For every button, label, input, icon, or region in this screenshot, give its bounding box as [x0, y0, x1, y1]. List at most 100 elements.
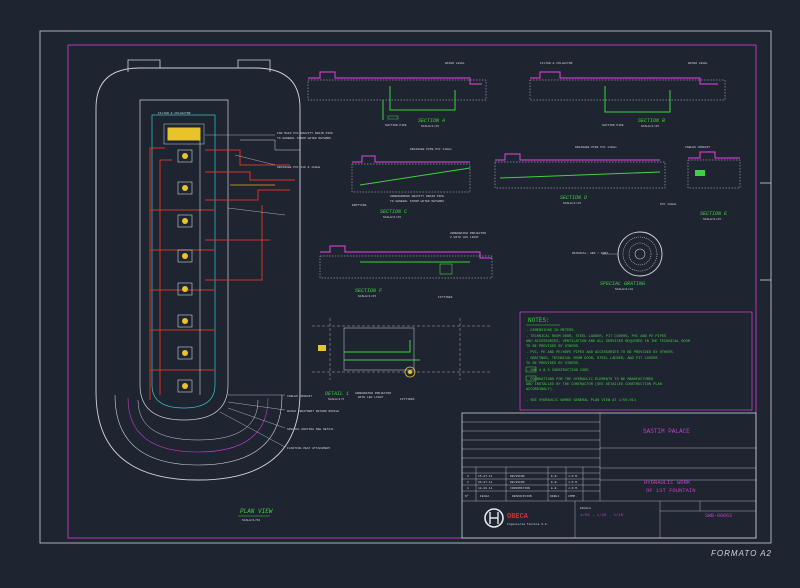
grating-label: SPECIAL GRATING	[600, 281, 645, 287]
note-line: AND INSTALLED BY THE CONTRACTOR (SEE DET…	[526, 382, 662, 387]
section-d-note: DRAINAGE PIPE PVC 110mm	[575, 146, 617, 149]
plan-annotation: DRAINAGE PVC 110 & 110mm	[277, 166, 320, 169]
section-a-label: SECTION A	[418, 118, 445, 124]
drawing-title: HYDRAULIC WORK	[644, 479, 691, 486]
rev-by: E.B.	[551, 475, 558, 478]
section-b-scale: SCALE=1/25	[641, 124, 659, 128]
rev-desc: INFORMATION	[510, 487, 530, 490]
note-line: - FOUNDATIONS FOR THE HYDRAULIC ELEMENTS…	[526, 378, 653, 382]
company-name: OBECA	[507, 513, 529, 521]
notes-box: NOTES: - DIMENSIONS IN METERS. - TECHNIC…	[519, 311, 753, 411]
note-line: - SEE HYDRAULIC WORKS GENERAL PLAN VIEW …	[526, 398, 636, 403]
section-f-scale: SCALE=1/25	[358, 294, 376, 298]
rev-desc: REVISION	[510, 481, 525, 484]
rev-date: 18-06-11	[478, 487, 493, 490]
rev-chk: J.R.M.	[568, 475, 579, 478]
section-b-note: SUCTION PIPE	[602, 124, 624, 127]
plan-annotation: FILTER & COLLECTOR	[158, 112, 191, 115]
section-d-scale: SCALE=1/25	[563, 201, 581, 205]
rev-no: 3	[467, 475, 469, 478]
detail-scale: SCALE=1/5	[328, 397, 344, 401]
scale-value: 1/50 - 1/25 - 1/10	[580, 513, 624, 518]
rev-chk: J.R.M.	[568, 487, 579, 490]
drawing-sheet: PLAN VIEW SCALE=1/50 FILTER & COLLECTOR …	[39, 30, 772, 544]
section-a-scale: SCALE=1/25	[421, 124, 439, 128]
section-c-note: EMPTYING	[352, 204, 367, 207]
plan-annotation: SPECIAL GRATING SEE DETAIL	[287, 428, 334, 431]
plan-annotation: TO GENERAL STORM WATER NETWORK	[277, 137, 331, 140]
section-d: DRAINAGE PIPE PVC 110mm SECTION D SCALE=…	[494, 146, 666, 205]
section-b: FILTER & COLLECTOR WATER LEVEL SUCTION P…	[529, 62, 726, 128]
rev-header-chk: COMP.	[568, 495, 577, 498]
scale-label: ESCALA	[580, 507, 591, 510]
bottom-arc-1	[114, 394, 283, 466]
note-line: - DIMENSIONS IN METERS.	[526, 329, 576, 333]
note-line: - TECHNICAL ROOM DOOR, STEEL LADDER, PIT…	[526, 335, 666, 339]
special-grating: MATERIAL: ABS / INOX SPECIAL GRATING SCA…	[572, 231, 663, 291]
section-b-note: WATER LEVEL	[688, 62, 708, 65]
nozzle-boxes	[177, 149, 193, 393]
section-e: CABLES CONDUIT PVC 110mm SECTION E SCALE…	[660, 146, 741, 221]
detail-note: UNDERWATER PROJECTOR	[355, 392, 391, 395]
notes-heading: NOTES:	[528, 317, 550, 324]
detail-note: WITH LED LIGHT	[358, 396, 383, 399]
grating-note: MATERIAL: ABS / INOX	[572, 251, 608, 255]
detail-label: DETAIL 1	[325, 391, 349, 397]
company-sub: Ingeniería Técnica S.A.	[507, 522, 549, 526]
section-a-note: SUCTION PIPE	[385, 124, 407, 127]
rev-by: E.B.	[551, 487, 558, 490]
section-a-note: WATER LEVEL	[445, 62, 465, 65]
drawing-number: SWB-00063	[705, 513, 732, 519]
rev-date: 06-07-11	[478, 481, 493, 484]
section-d-label: SECTION D	[560, 195, 587, 201]
drawing-subtitle: OF 1ST FOUNTAIN	[646, 487, 696, 494]
plan-annotation: FOR MAIN PVC GRAVITY DRAIN PIPE	[277, 132, 333, 135]
basin-top-tab	[127, 59, 271, 72]
plan-title: PLAN VIEW	[240, 508, 274, 515]
rev-chk: J.R.M.	[568, 481, 579, 484]
rev-no: 2	[467, 481, 469, 484]
section-c-scale: SCALE=1/25	[383, 215, 401, 219]
plan-annotation: CABLES CONDUIT	[287, 395, 312, 398]
section-f-label: SECTION F	[355, 288, 383, 294]
section-c-note: UNDERGROUND GRAVITY DRAIN PIPE	[390, 195, 444, 198]
section-c-note: TO GENERAL STORM WATER NETWORK	[390, 200, 444, 203]
note-line: ACCORDINGLY).	[526, 387, 554, 392]
rev-desc: REVISION	[510, 475, 525, 478]
section-c-note: DRAINAGE PIPE PVC 110mm	[410, 148, 452, 151]
note-line: AND ACCESSORIES, VENTILATION AND ALL SER…	[526, 340, 690, 344]
note-line: TO BE PROVIDED BY OTHERS.	[526, 345, 580, 349]
note-line: - ONE 4 & 5 CONSTRUCTION CODE.	[526, 369, 591, 373]
filter-box	[167, 127, 201, 141]
section-e-scale: SCALE=1/25	[703, 217, 721, 221]
section-f-note: FITTINGS	[438, 296, 453, 299]
section-f-note: UNDERWATER PROJECTOR	[450, 232, 486, 235]
plan-scale: SCALE=1/50	[242, 518, 260, 522]
rev-date: 15-07-11	[478, 475, 493, 478]
sheet-format-label: FORMATO A2	[711, 549, 772, 558]
note-line: - GRATINGS, TECHNICAL ROOM DOOR, STEEL L…	[526, 357, 658, 361]
plan-leaders	[205, 134, 286, 448]
section-f: UNDERWATER PROJECTOR 2 WITH LED LIGHT FI…	[319, 232, 493, 299]
rev-header-by: DIBUJ.	[550, 495, 561, 498]
rev-header-no: Nº	[465, 494, 469, 498]
rev-by: E.B.	[551, 481, 558, 484]
rev-header-desc: DESCRIPCION	[512, 495, 532, 498]
plan-pipes	[149, 139, 300, 400]
section-e-label: SECTION E	[700, 211, 728, 217]
section-b-label: SECTION B	[638, 118, 665, 124]
grating-scale: SCALE=1/10	[615, 287, 633, 291]
section-a: WATER LEVEL SUCTION PIPE SECTION A SCALE…	[307, 62, 487, 128]
plan-view: PLAN VIEW SCALE=1/50 FILTER & COLLECTOR …	[95, 59, 339, 522]
project-name: SASTIM PALACE	[643, 428, 690, 435]
section-f-note: 2 WITH LED LIGHT	[450, 236, 479, 239]
rev-no: 1	[467, 487, 469, 490]
note-line: TO BE PROVIDED BY OTHERS.	[526, 362, 580, 366]
pool-cyan-edge	[151, 114, 216, 409]
title-block: 3 15-07-11 REVISION E.B. J.R.M. 2 06-07-…	[461, 412, 757, 539]
section-c-label: SECTION C	[380, 209, 407, 215]
section-e-note: PVC 110mm	[660, 203, 676, 206]
detail-note: FITTINGS	[400, 398, 415, 401]
plan-annotation: WATER TREATMENT RETURN NOZZLE	[287, 410, 339, 413]
section-e-note: CABLES CONDUIT	[685, 146, 710, 149]
